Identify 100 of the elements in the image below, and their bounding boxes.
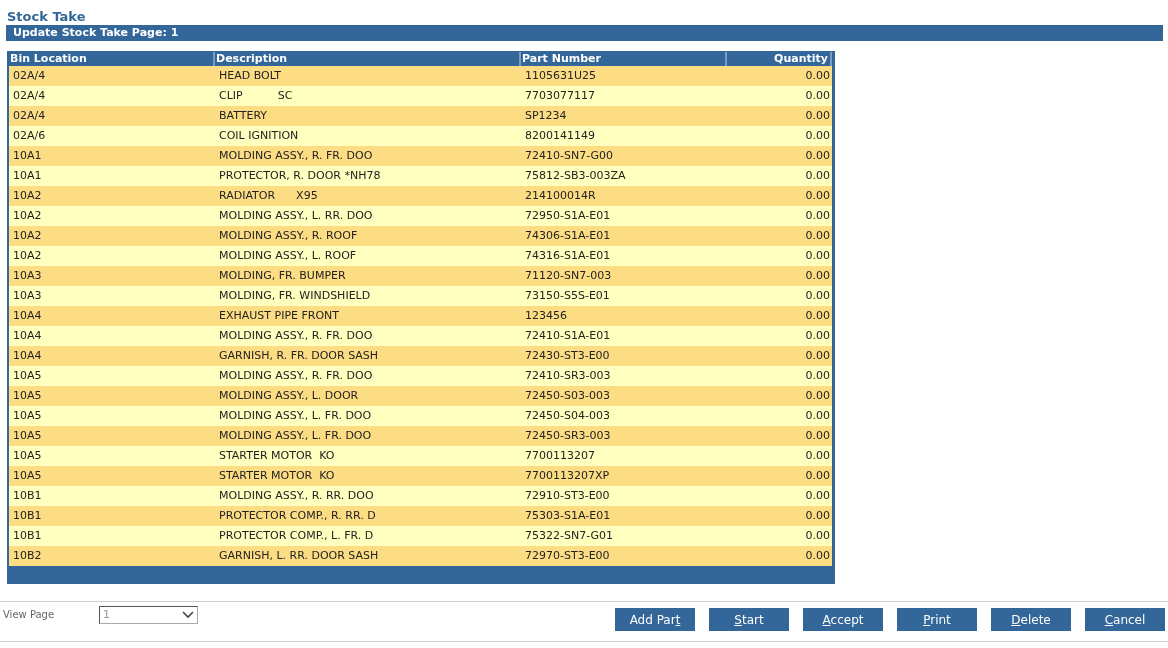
table-row[interactable]: 10A2 RADIATOR X95 214100014R 0.00	[9, 186, 832, 206]
table-row[interactable]: 10A4 GARNISH, R. FR. DOOR SASH 72430-ST3-E00 0.00	[9, 346, 832, 366]
table-cell-text: 0.00	[804, 207, 831, 224]
table-row[interactable]: 10A2 MOLDING ASSY., R. ROOF 74306-S1A-E01 0.00	[9, 226, 832, 246]
table-cell-text: 0.00	[804, 507, 831, 524]
action-button[interactable]: Add Part	[615, 608, 695, 631]
table-cell-text: 0.00	[804, 107, 831, 124]
table-cell-text: 0.00	[804, 487, 831, 504]
table-row[interactable]: 10A4 MOLDING ASSY., R. FR. DOO 72410-S1A-E01 0.00	[9, 326, 832, 346]
table-cell-text: MOLDING ASSY., R. ROOF	[218, 227, 359, 244]
table-cell-text: 10A5	[12, 447, 43, 464]
table-row[interactable]: 10A1 MOLDING ASSY., R. FR. DOO 72410-SN7-G00 0.00	[9, 146, 832, 166]
table-cell-text: 0.00	[804, 387, 831, 404]
table-cell-text: 10A1	[12, 147, 43, 164]
table-cell-text: 73150-S5S-E01	[524, 287, 611, 304]
table-row[interactable]: 10A1 PROTECTOR, R. DOOR *NH78 75812-SB3-003ZA 0.00	[9, 166, 832, 186]
table-cell-text: 75812-SB3-003ZA	[524, 167, 627, 184]
table-row[interactable]: 10A5 STARTER MOTOR KO 7700113207XP 0.00	[9, 466, 832, 486]
table-cell-text: 74316-S1A-E01	[524, 247, 612, 264]
table-cell-text: BATTERY	[218, 107, 269, 124]
table-cell-text: 10B1	[12, 527, 43, 544]
table-row[interactable]: 02A/4 CLIP SC 7703077117 0.00	[9, 86, 832, 106]
table-cell-text: MOLDING ASSY., L. ROOF	[218, 247, 358, 264]
table-cell-text: COIL IGNITION	[218, 127, 300, 144]
table-cell-text: 0.00	[804, 167, 831, 184]
table-cell-text: 10A5	[12, 367, 43, 384]
table-cell-text: 02A/4	[12, 107, 47, 124]
table-row[interactable]: 10A3 MOLDING, FR. BUMPER 71120-SN7-003 0.00	[9, 266, 832, 286]
table-row[interactable]: 02A/4 BATTERY SP1234 0.00	[9, 106, 832, 126]
table-row[interactable]: 10A5 STARTER MOTOR KO 7700113207 0.00	[9, 446, 832, 466]
table-row[interactable]: 10B2 GARNISH, L. RR. DOOR SASH 72970-ST3-E00 0.00	[9, 546, 832, 566]
table-cell-text: 72410-S1A-E01	[524, 327, 612, 344]
table-cell-text: 02A/6	[12, 127, 47, 144]
table-cell-text: SP1234	[524, 107, 568, 124]
table-cell-text: RADIATOR X95	[218, 187, 319, 204]
table-row[interactable]: 10A5 MOLDING ASSY., R. FR. DOO 72410-SR3-003 0.00	[9, 366, 832, 386]
table-cell-text: 10A2	[12, 227, 43, 244]
table-row[interactable]: 10B1 PROTECTOR COMP., L. FR. D 75322-SN7-G01 0.00	[9, 526, 832, 546]
table-cell-text: 10B1	[12, 487, 43, 504]
table-cell-text: 0.00	[804, 327, 831, 344]
table-cell-text: MOLDING ASSY., R. RR. DOO	[218, 487, 375, 504]
table-cell-text: 10A1	[12, 167, 43, 184]
table-cell-text: 02A/4	[12, 87, 47, 104]
table-row[interactable]: 10B1 MOLDING ASSY., R. RR. DOO 72910-ST3-E00 0.00	[9, 486, 832, 506]
table-row[interactable]: 10A5 MOLDING ASSY., L. FR. DOO 72450-SR3-003 0.00	[9, 426, 832, 446]
table-cell-text: 0.00	[804, 147, 831, 164]
table-cell-text: MOLDING ASSY., L. FR. DOO	[218, 407, 373, 424]
table-cell-text: 7700113207	[524, 447, 596, 464]
table-cell-text: 74306-S1A-E01	[524, 227, 612, 244]
table-row[interactable]: 10B1 PROTECTOR COMP., R. RR. D 75303-S1A-E01 0.00	[9, 506, 832, 526]
table-cell-text: 10A2	[12, 187, 43, 204]
view-page-label: View Page	[3, 608, 56, 622]
table-cell-text: 0.00	[804, 187, 831, 204]
table-cell-text: 7700113207XP	[524, 467, 611, 484]
action-button[interactable]: Print	[897, 608, 977, 631]
table-row[interactable]: 02A/4 HEAD BOLT 1105631U25 0.00	[9, 66, 832, 86]
table-cell-text: MOLDING ASSY., R. FR. DOO	[218, 367, 374, 384]
table-cell-text: 10A5	[12, 427, 43, 444]
table-row[interactable]: 10A2 MOLDING ASSY., L. ROOF 74316-S1A-E01 0.00	[9, 246, 832, 266]
table-row[interactable]: 10A4 EXHAUST PIPE FRONT 123456 0.00	[9, 306, 832, 326]
action-button[interactable]: Start	[709, 608, 789, 631]
table-cell-text: PROTECTOR COMP., R. RR. D	[218, 507, 377, 524]
chevron-down-icon	[182, 611, 194, 619]
table-cell-text: GARNISH, L. RR. DOOR SASH	[218, 547, 380, 564]
table-cell-text: 10A4	[12, 327, 43, 344]
table-cell-text: 72970-ST3-E00	[524, 547, 611, 564]
table-cell-text: 72450-SR3-003	[524, 427, 612, 444]
table-cell-text: 10A5	[12, 407, 43, 424]
action-button[interactable]: Delete	[991, 608, 1071, 631]
table-cell-text: MOLDING ASSY., L. FR. DOO	[218, 427, 373, 444]
action-button[interactable]: Accept	[803, 608, 883, 631]
table-cell-text: 0.00	[804, 287, 831, 304]
table-row[interactable]: 10A5 MOLDING ASSY., L. FR. DOO 72450-S04-003 0.00	[9, 406, 832, 426]
table-cell-text: 10A5	[12, 387, 43, 404]
table-cell-text: 0.00	[804, 447, 831, 464]
table-cell-text: 72950-S1A-E01	[524, 207, 612, 224]
table-row[interactable]: 10A2 MOLDING ASSY., L. RR. DOO 72950-S1A-E01 0.00	[9, 206, 832, 226]
table-cell-text: 7703077117	[524, 87, 596, 104]
table-cell-text: 72410-SN7-G00	[524, 147, 615, 164]
table-cell-text: MOLDING ASSY., L. DOOR	[218, 387, 360, 404]
table-cell-text: MOLDING ASSY., R. FR. DOO	[218, 147, 374, 164]
table-cell-text: 10A5	[12, 467, 43, 484]
table-cell-text: 72450-S04-003	[524, 407, 611, 424]
table-cell-text: 75322-SN7-G01	[524, 527, 615, 544]
section-header: Update Stock Take Page: 1	[6, 25, 1163, 41]
table-cell-text: 75303-S1A-E01	[524, 507, 612, 524]
table-cell-text: PROTECTOR, R. DOOR *NH78	[218, 167, 382, 184]
table-row[interactable]: 02A/6 COIL IGNITION 8200141149 0.00	[9, 126, 832, 146]
table-row[interactable]: 10A5 MOLDING ASSY., L. DOOR 72450-S03-003 0.00	[9, 386, 832, 406]
table-cell-text: 10B1	[12, 507, 43, 524]
table-cell-text: PROTECTOR COMP., L. FR. D	[218, 527, 375, 544]
table-cell-text: 0.00	[804, 527, 831, 544]
action-button[interactable]: Cancel	[1085, 608, 1165, 631]
table-cell-text: 10A2	[12, 247, 43, 264]
table-row[interactable]: 10A3 MOLDING, FR. WINDSHIELD 73150-S5S-E01 0.00	[9, 286, 832, 306]
table-cell-text: 10A3	[12, 267, 43, 284]
table-cell-text: 0.00	[804, 87, 831, 104]
table-cell-text: EXHAUST PIPE FRONT	[218, 307, 341, 324]
table-cell-text: STARTER MOTOR KO	[218, 467, 336, 484]
table-cell-text: MOLDING ASSY., L. RR. DOO	[218, 207, 374, 224]
